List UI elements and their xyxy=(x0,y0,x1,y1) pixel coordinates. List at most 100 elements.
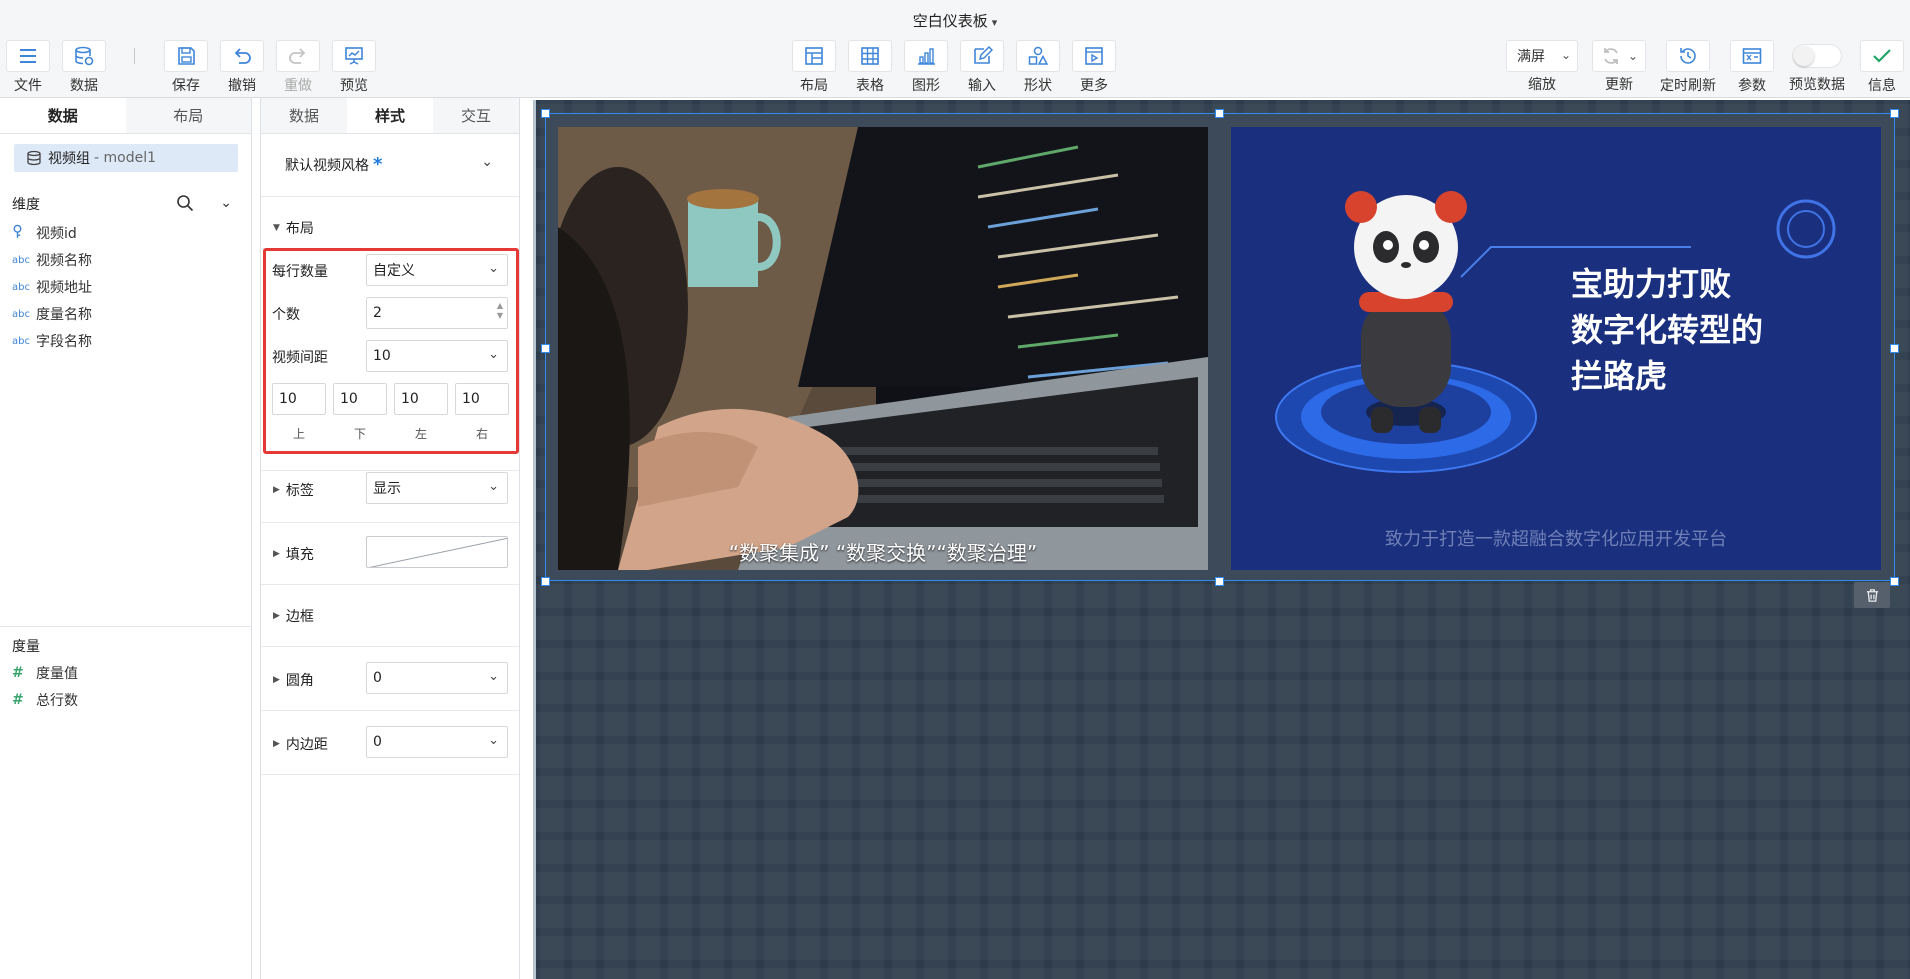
resize-handle-bottom-left[interactable] xyxy=(541,577,550,586)
redo-button[interactable]: 重做 xyxy=(270,40,326,95)
text-type-icon: abc xyxy=(12,308,30,320)
menu-icon xyxy=(20,49,36,63)
more-button[interactable]: 更多 xyxy=(1066,40,1122,95)
parameter-button[interactable]: 参数 xyxy=(1724,40,1780,95)
layout-section-header[interactable]: ▼ 布局 xyxy=(273,218,314,238)
resize-handle-right[interactable] xyxy=(1890,344,1899,353)
margin-right-label: 右 xyxy=(475,427,488,441)
refresh-icon xyxy=(1604,48,1618,64)
border-section-header[interactable]: ▶ 边框 xyxy=(273,606,314,626)
input-icon xyxy=(974,45,993,64)
model-selector[interactable]: 视频组 - model1 xyxy=(14,144,238,172)
margin-left-input[interactable]: 10 xyxy=(394,383,448,415)
layout-button[interactable]: 布局 xyxy=(786,40,842,95)
search-icon[interactable] xyxy=(176,194,194,212)
undo-button[interactable]: 撤销 xyxy=(214,40,270,95)
count-value: 2 xyxy=(373,305,382,321)
video-player-2[interactable]: 宝助力打败 数字化转型的 拦路虎 致力于打造一款超融合数字化应用开发平台 xyxy=(1231,127,1881,570)
preview-button[interactable]: 预览 xyxy=(326,40,382,95)
label-section-header[interactable]: ▶ 标签 xyxy=(273,480,314,500)
delete-component-button[interactable] xyxy=(1854,582,1890,608)
tab-interaction[interactable]: 交互 xyxy=(433,98,519,133)
dashboard-title[interactable]: 空白仪表板 ▾ xyxy=(0,10,1910,31)
number-type-icon: # xyxy=(12,692,24,708)
check-icon xyxy=(1873,49,1891,63)
resize-handle-bottom[interactable] xyxy=(1215,577,1224,586)
tab-layout[interactable]: 布局 xyxy=(125,98,251,133)
input-button[interactable]: 输入 xyxy=(954,40,1010,95)
resize-handle-top-right[interactable] xyxy=(1890,109,1899,118)
dimension-tools: ⌄ xyxy=(176,194,240,212)
margin-right-input[interactable]: 10 xyxy=(455,383,509,415)
theme-selector[interactable]: 默认视频风格 * ⌄ xyxy=(285,154,507,175)
label-visibility-select[interactable]: 显示 ⌄ xyxy=(366,472,508,504)
zoom-value: 满屏 xyxy=(1517,49,1545,65)
top-toolbar: 空白仪表板 ▾ 文件 数据 保存 撤销 重做 预览 布局 表格 图形 输入 形状… xyxy=(0,0,1910,98)
parameter-label: 参数 xyxy=(1738,78,1766,94)
chevron-down-icon[interactable]: ⌄ xyxy=(1628,49,1638,63)
dimension-item-video-id[interactable]: 视频id xyxy=(12,222,77,244)
preview-data-toggle[interactable] xyxy=(1792,44,1842,68)
padding-select[interactable]: 0 ⌄ xyxy=(366,726,508,758)
per-row-select[interactable]: 自定义 ⌄ xyxy=(366,254,508,286)
chevron-down-icon: ⌄ xyxy=(488,261,499,276)
redo-button-label: 重做 xyxy=(284,78,312,94)
resize-handle-bottom-right[interactable] xyxy=(1890,577,1899,586)
fill-section-header[interactable]: ▶ 填充 xyxy=(273,544,314,564)
key-icon xyxy=(12,224,36,242)
text-type-icon: abc xyxy=(12,335,30,347)
chart-button[interactable]: 图形 xyxy=(898,40,954,95)
measure-item-row-count[interactable]: # 总行数 xyxy=(12,689,78,711)
dimension-item-field-name[interactable]: abc 字段名称 xyxy=(12,330,92,352)
zoom-select[interactable]: 满屏 ⌄ xyxy=(1506,40,1578,72)
resize-handle-top-left[interactable] xyxy=(541,109,550,118)
margin-bottom-input[interactable]: 10 xyxy=(333,383,387,415)
layout-button-label: 布局 xyxy=(800,78,828,94)
slogan-line-1: 宝助力打败 xyxy=(1571,265,1732,303)
chart-icon xyxy=(918,48,935,65)
per-row-value: 自定义 xyxy=(373,263,415,279)
chevron-down-icon[interactable]: ⌄ xyxy=(220,195,232,211)
theme-label: 默认视频风格 xyxy=(285,157,369,174)
margin-top-input[interactable]: 10 xyxy=(272,383,326,415)
label-visibility-value: 显示 xyxy=(373,481,401,497)
resize-handle-top[interactable] xyxy=(1215,109,1224,118)
trash-icon xyxy=(1866,588,1878,602)
spacing-select[interactable]: 10 ⌄ xyxy=(366,340,508,372)
left-panel-tabs: 数据 布局 xyxy=(0,98,251,134)
margin-bottom-label: 下 xyxy=(353,427,366,441)
table-button[interactable]: 表格 xyxy=(842,40,898,95)
video-player-1[interactable]: “数聚集成” “数聚交换”“数聚治理” xyxy=(558,127,1208,570)
shape-button[interactable]: 形状 xyxy=(1010,40,1066,95)
count-stepper[interactable]: 2 ▲ ▼ xyxy=(366,297,508,329)
tab-data[interactable]: 数据 xyxy=(261,98,347,133)
padding-section-header[interactable]: ▶ 内边距 xyxy=(273,734,328,754)
dimension-item-measure-name[interactable]: abc 度量名称 xyxy=(12,303,92,325)
refresh-button[interactable]: ⌄ xyxy=(1592,40,1646,72)
divider xyxy=(261,710,519,711)
tab-style[interactable]: 样式 xyxy=(347,98,433,133)
shape-icon xyxy=(1028,46,1049,65)
fill-color-picker[interactable] xyxy=(366,536,508,568)
redo-icon xyxy=(289,48,306,64)
radius-select[interactable]: 0 ⌄ xyxy=(366,662,508,694)
radius-section-header[interactable]: ▶ 圆角 xyxy=(273,670,314,690)
tab-data[interactable]: 数据 xyxy=(0,98,126,133)
per-row-label: 每行数量 xyxy=(272,264,328,280)
chevron-down-icon: ⌄ xyxy=(488,479,499,494)
save-button[interactable]: 保存 xyxy=(158,40,214,95)
timed-refresh-button[interactable]: 定时刷新 xyxy=(1660,40,1716,95)
dimension-item-video-url[interactable]: abc 视频地址 xyxy=(12,276,92,298)
chart-button-label: 图形 xyxy=(912,78,940,94)
data-button[interactable]: 数据 xyxy=(56,40,112,95)
resize-handle-left[interactable] xyxy=(541,344,550,353)
model-name: 视频组 xyxy=(48,151,90,167)
measure-item-value[interactable]: # 度量值 xyxy=(12,662,78,684)
file-button[interactable]: 文件 xyxy=(0,40,56,95)
dimension-header: 维度 xyxy=(12,197,40,213)
info-button[interactable]: 信息 xyxy=(1854,40,1910,95)
more-icon xyxy=(1085,47,1103,65)
stepper-arrows-icon[interactable]: ▲ ▼ xyxy=(497,301,503,321)
dimension-item-video-name[interactable]: abc 视频名称 xyxy=(12,249,92,271)
chevron-down-icon: ⌄ xyxy=(488,669,499,684)
